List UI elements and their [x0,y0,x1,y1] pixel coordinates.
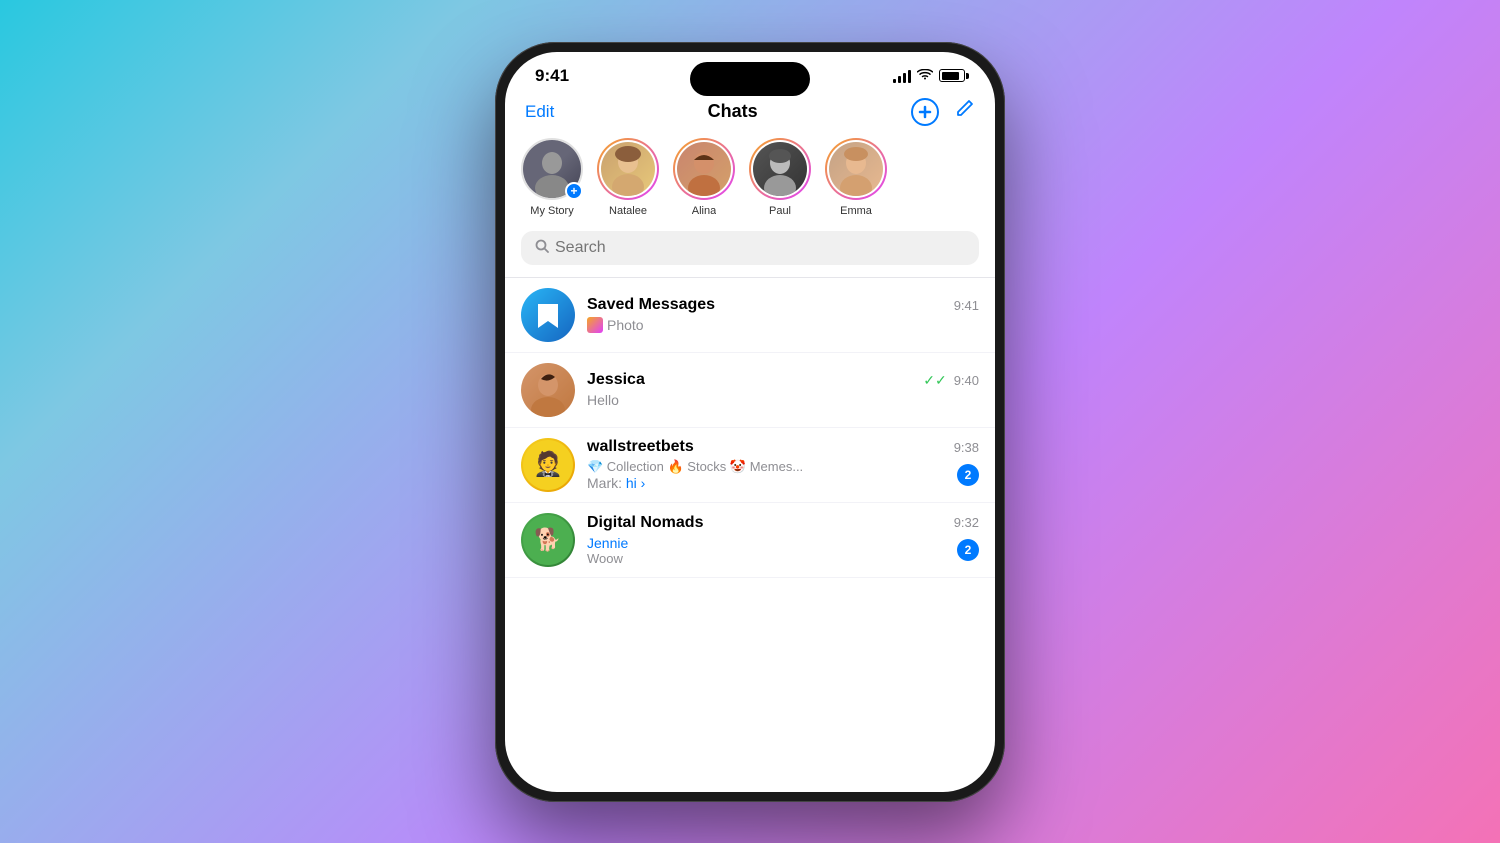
jessica-preview: Hello [587,392,619,408]
nomads-message: Woow [587,551,628,566]
jessica-time: 9:40 [954,373,979,388]
add-story-badge: + [565,182,583,200]
chat-item-jessica[interactable]: Jessica ✓✓ 9:40 Hello [505,353,995,428]
saved-messages-content: Saved Messages 9:41 Photo [587,296,979,333]
alina-ring [673,138,735,200]
search-bar [521,231,979,265]
chat-item-digital-nomads[interactable]: 🐕 Digital Nomads 9:32 Jennie Woow [505,503,995,578]
phone-screen: 9:41 [505,52,995,792]
wsb-time: 9:38 [954,440,979,455]
wsb-mark-hi: hi › [626,475,645,491]
chat-item-saved-messages[interactable]: Saved Messages 9:41 Photo [505,278,995,353]
nomads-name: Digital Nomads [587,514,703,532]
nomads-sender: Jennie [587,535,628,551]
status-bar: 9:41 [505,52,995,94]
photo-label: Photo [607,317,644,333]
story-item-natalee[interactable]: Natalee [597,138,659,217]
wsb-preview: 💎 Collection 🔥 Stocks 🤡 Memes... Mark: h… [587,459,803,491]
svg-text:🤵: 🤵 [533,449,563,478]
alina-label: Alina [692,205,716,217]
wsb-mark-line: Mark: hi › [587,475,803,491]
chat-item-wallstreetbets[interactable]: 🤵 wallstreetbets 9:38 💎 Collection 🔥 Sto… [505,428,995,503]
dynamic-island [690,62,810,96]
signal-icon [893,69,911,83]
wifi-icon [917,68,933,84]
nomads-unread-badge: 2 [957,539,979,561]
natalee-avatar [601,142,655,196]
jessica-name-row: Jessica ✓✓ 9:40 [587,371,979,389]
wsb-name-row: wallstreetbets 9:38 [587,438,979,456]
story-item-paul[interactable]: Paul [749,138,811,217]
status-time: 9:41 [535,66,569,86]
nomads-content: Digital Nomads 9:32 Jennie Woow 2 [587,514,979,566]
nomads-name-row: Digital Nomads 9:32 [587,514,979,532]
wsb-avatar: 🤵 [521,438,575,492]
edit-button[interactable]: Edit [525,102,554,122]
my-story-avatar-wrap: + [521,138,583,200]
nomads-avatar: 🐕 [521,513,575,567]
page-title: Chats [708,101,758,122]
saved-messages-name: Saved Messages [587,296,715,314]
emma-ring [825,138,887,200]
chat-list: Saved Messages 9:41 Photo [505,278,995,792]
jessica-preview-row: Hello [587,392,979,408]
saved-messages-avatar [521,288,575,342]
paul-label: Paul [769,205,791,217]
saved-messages-preview-row: Photo [587,317,979,333]
nomads-time: 9:32 [954,515,979,530]
paul-ring [749,138,811,200]
jessica-avatar [521,363,575,417]
photo-thumb [587,317,603,333]
nav-header: Edit Chats [505,94,995,138]
story-item-emma[interactable]: Emma [825,138,887,217]
alina-avatar [677,142,731,196]
saved-messages-time: 9:41 [954,298,979,313]
natalee-label: Natalee [609,205,647,217]
search-icon [535,239,549,257]
emma-label: Emma [840,205,872,217]
nav-actions [911,98,975,126]
paul-avatar [753,142,807,196]
read-checkmark: ✓✓ [923,372,946,389]
natalee-ring [597,138,659,200]
emma-avatar [829,142,883,196]
search-input[interactable] [555,239,965,257]
status-icons [893,68,965,84]
wsb-name: wallstreetbets [587,438,694,456]
saved-messages-name-row: Saved Messages 9:41 [587,296,979,314]
phone-frame: 9:41 [495,42,1005,802]
battery-icon [939,69,965,82]
saved-messages-preview: Photo [587,317,644,333]
emma-avatar-wrap [825,138,887,200]
wsb-content: wallstreetbets 9:38 💎 Collection 🔥 Stock… [587,438,979,491]
jessica-name: Jessica [587,371,645,389]
natalee-avatar-wrap [597,138,659,200]
story-item-alina[interactable]: Alina [673,138,735,217]
compose-button[interactable] [953,98,975,125]
nomads-preview-row: Jennie Woow 2 [587,535,979,566]
wsb-preview-row: 💎 Collection 🔥 Stocks 🤡 Memes... Mark: h… [587,459,979,491]
wsb-unread-badge: 2 [957,464,979,486]
stories-row: + My Story [505,138,995,231]
story-item-my-story[interactable]: + My Story [521,138,583,217]
jessica-time-row: ✓✓ 9:40 [923,372,979,389]
wsb-forums-line: 💎 Collection 🔥 Stocks 🤡 Memes... [587,459,803,475]
alina-avatar-wrap [673,138,735,200]
nomads-preview: Jennie Woow [587,535,628,566]
nomads-sender-name: Jennie [587,535,628,551]
jessica-content: Jessica ✓✓ 9:40 Hello [587,371,979,408]
add-button[interactable] [911,98,939,126]
svg-text:🐕: 🐕 [534,527,561,552]
paul-avatar-wrap [749,138,811,200]
my-story-label: My Story [530,205,573,217]
